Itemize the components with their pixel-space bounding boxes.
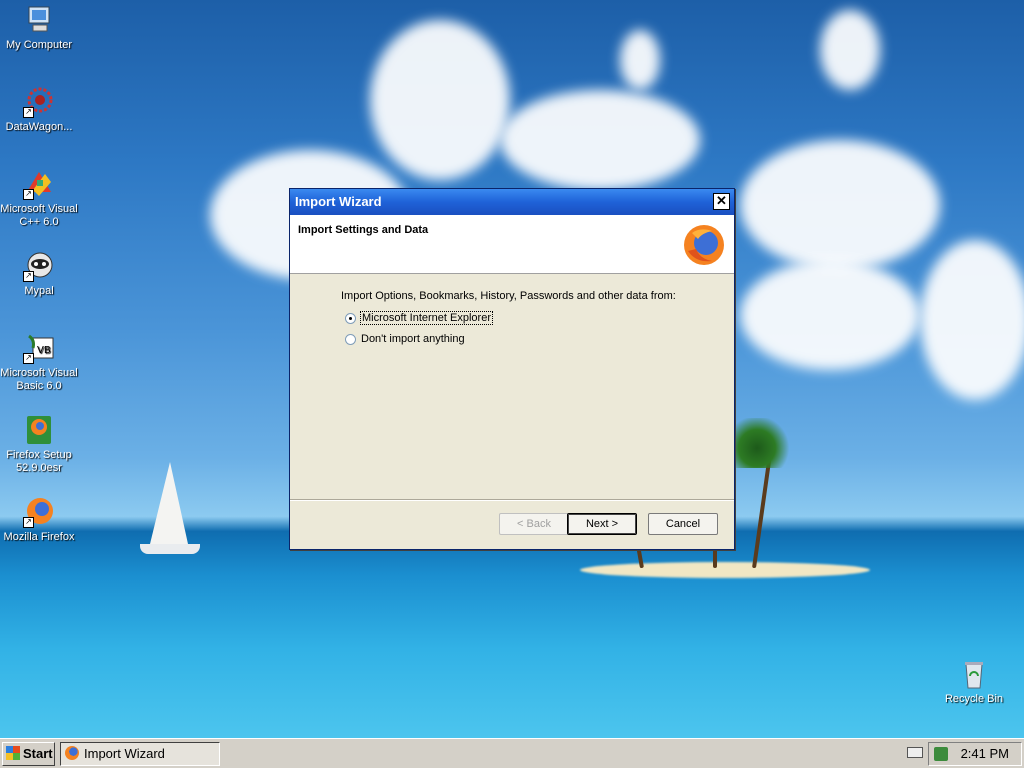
taskbar-item-label: Import Wizard [84, 746, 165, 761]
desktop-icon-visual-basic[interactable]: VB ↗ Microsoft Visual Basic 6.0 [0, 332, 78, 393]
system-tray: 2:41 PM [928, 742, 1022, 766]
island [580, 562, 870, 578]
mypal-icon: ↗ [23, 250, 55, 282]
clock[interactable]: 2:41 PM [961, 743, 1009, 765]
desktop-icon-label: Firefox Setup 52.9.0esr [6, 449, 72, 474]
option-label: Microsoft Internet Explorer [360, 311, 493, 325]
cloud [820, 10, 880, 90]
firefox-setup-icon [23, 414, 55, 446]
desktop-icon-label: Microsoft Visual C++ 6.0 [0, 203, 78, 228]
desktop-icon-recycle-bin[interactable]: Recycle Bin [935, 658, 1013, 706]
back-button[interactable]: < Back [499, 513, 569, 535]
desktop-icon-visual-cpp[interactable]: ↗ Microsoft Visual C++ 6.0 [0, 168, 78, 229]
close-button[interactable]: ✕ [713, 193, 730, 210]
desktop-icon-label: Recycle Bin [944, 693, 1004, 705]
option-dont-import[interactable]: Don't import anything [345, 333, 466, 345]
datawagon-icon: ↗ [23, 86, 55, 118]
desktop-icon-label: DataWagon... [5, 121, 73, 133]
palm-trunk [752, 450, 773, 569]
taskbar: Start Import Wizard 2:41 PM [0, 738, 1024, 768]
cloud [740, 260, 920, 370]
network-icon[interactable] [934, 747, 948, 761]
dialog-title: Import Wizard [295, 194, 382, 209]
close-icon: ✕ [716, 193, 727, 208]
radio-button-checked[interactable] [345, 312, 356, 324]
shortcut-arrow-icon: ↗ [23, 271, 34, 282]
recycle-bin-icon [958, 658, 990, 690]
firefox-logo-icon [684, 225, 724, 265]
cloud [620, 30, 660, 90]
start-label: Start [23, 746, 53, 761]
firefox-icon: ↗ [23, 496, 55, 528]
desktop-icon-datawagon[interactable]: ↗ DataWagon... [0, 86, 78, 134]
desktop-icon-label: My Computer [5, 39, 73, 51]
desktop-icon-my-computer[interactable]: My Computer [0, 4, 78, 52]
import-prompt: Import Options, Bookmarks, History, Pass… [341, 290, 676, 302]
cancel-button[interactable]: Cancel [648, 513, 718, 535]
cloud [920, 240, 1024, 400]
my-computer-icon [23, 4, 55, 36]
sailboat-sail [150, 462, 188, 544]
wizard-content: Import Options, Bookmarks, History, Pass… [290, 274, 734, 498]
firefox-icon [65, 746, 79, 760]
cloud [370, 20, 510, 180]
desktop-icon-label: Mypal [24, 285, 54, 297]
cloud [740, 140, 940, 270]
desktop-icon-firefox-setup[interactable]: Firefox Setup 52.9.0esr [0, 414, 78, 475]
keyboard-icon[interactable] [907, 747, 923, 758]
import-wizard-dialog: Import Wizard ✕ Import Settings and Data… [289, 188, 735, 550]
desktop-icon-firefox[interactable]: ↗ Mozilla Firefox [0, 496, 78, 544]
wizard-page-title: Import Settings and Data [298, 224, 429, 236]
windows-logo-icon [6, 746, 20, 760]
desktop-icon-label: Mozilla Firefox [3, 531, 75, 543]
desktop-icon-label: Microsoft Visual Basic 6.0 [0, 367, 78, 392]
taskbar-item-import-wizard[interactable]: Import Wizard [60, 742, 220, 766]
button-separator [290, 499, 734, 501]
cloud [500, 90, 700, 190]
svg-text:VB: VB [37, 345, 51, 356]
sailboat-hull [140, 544, 200, 554]
shortcut-arrow-icon: ↗ [23, 107, 34, 118]
visual-cpp-icon: ↗ [23, 168, 55, 200]
wizard-header: Import Settings and Data [290, 215, 734, 274]
start-button[interactable]: Start [2, 742, 55, 766]
option-internet-explorer[interactable]: Microsoft Internet Explorer [345, 311, 493, 325]
shortcut-arrow-icon: ↗ [23, 353, 34, 364]
visual-basic-icon: VB ↗ [23, 332, 55, 364]
option-label: Don't import anything [361, 333, 465, 346]
desktop-icon-mypal[interactable]: ↗ Mypal [0, 250, 78, 298]
next-button[interactable]: Next > [567, 513, 637, 535]
dialog-titlebar[interactable]: Import Wizard ✕ [290, 189, 734, 215]
shortcut-arrow-icon: ↗ [23, 189, 34, 200]
radio-button[interactable] [345, 333, 356, 345]
shortcut-arrow-icon: ↗ [23, 517, 34, 528]
